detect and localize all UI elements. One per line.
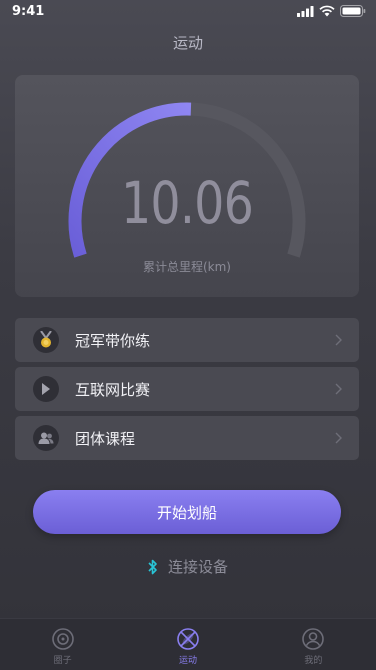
- total-distance-label: 累计总里程(km): [142, 260, 231, 274]
- tab-sport[interactable]: 运动: [125, 619, 250, 670]
- total-distance-value: 10.06: [120, 169, 254, 237]
- circle-icon: [51, 628, 74, 650]
- page-title: 运动: [172, 34, 203, 52]
- menu-item-group-course[interactable]: 团体课程: [15, 416, 359, 460]
- chevron-right-icon: [335, 383, 342, 395]
- tab-label: 运动: [178, 656, 197, 666]
- group-icon: [33, 425, 59, 451]
- medal-icon: [33, 327, 59, 353]
- menu-item-label: 冠军带你练: [75, 331, 151, 350]
- status-time: 9:41: [12, 3, 45, 19]
- menu-item-label: 团体课程: [75, 429, 136, 448]
- start-rowing-button[interactable]: 开始划船: [33, 490, 341, 534]
- tab-label: 我的: [304, 656, 323, 666]
- rowing-icon: [177, 628, 199, 650]
- tab-profile[interactable]: 我的: [251, 619, 376, 670]
- status-bar: 9:41: [0, 0, 376, 22]
- tab-circle[interactable]: 圈子: [0, 619, 125, 670]
- bluetooth-icon: [148, 559, 157, 574]
- tab-label: 圈子: [53, 656, 72, 666]
- chevron-right-icon: [335, 432, 342, 444]
- battery-icon: [340, 5, 366, 17]
- profile-icon: [302, 628, 325, 650]
- menu-item-online-race[interactable]: 互联网比赛: [15, 367, 359, 411]
- menu-item-champion-training[interactable]: 冠军带你练: [15, 318, 359, 362]
- wifi-icon: [319, 5, 335, 17]
- status-icons: [297, 5, 366, 17]
- signal-icon: [297, 5, 314, 17]
- menu-item-label: 互联网比赛: [75, 380, 151, 399]
- chevron-right-icon: [335, 334, 342, 346]
- mileage-card: 10.06 累计总里程(km): [15, 75, 359, 297]
- connect-device-label: 连接设备: [167, 558, 228, 576]
- connect-device-link[interactable]: 连接设备: [0, 556, 376, 577]
- tab-bar: 圈子 运动 我的: [0, 618, 376, 670]
- play-icon: [33, 376, 59, 402]
